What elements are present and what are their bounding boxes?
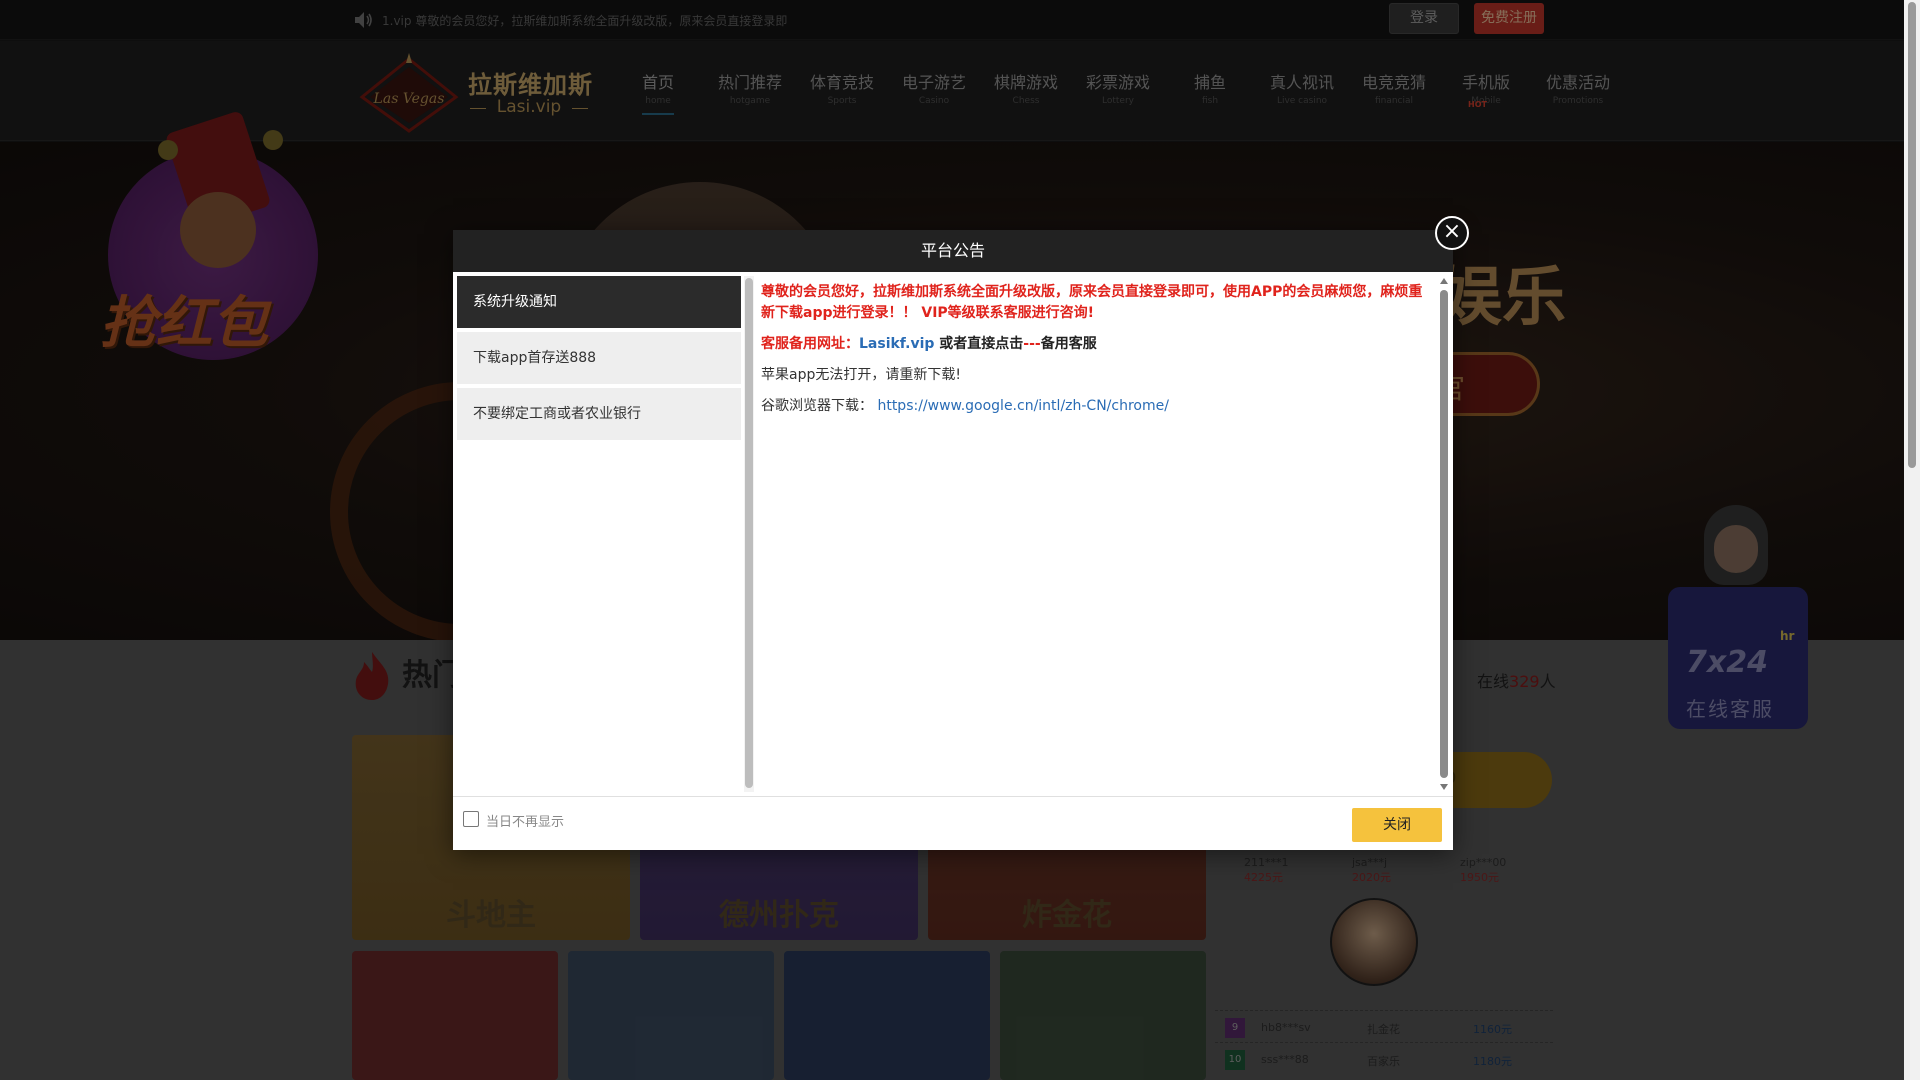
announcement-list-scrollbar[interactable]	[744, 276, 754, 792]
dont-show-today-checkbox[interactable]	[463, 811, 479, 827]
announcement-item-app-bonus[interactable]: 下载app首存送888	[457, 332, 741, 384]
backup-service-link[interactable]: 备用客服	[1041, 336, 1097, 352]
announcement-item-upgrade[interactable]: 系统升级通知	[457, 276, 741, 328]
content-scroll-thumb[interactable]	[1440, 290, 1448, 778]
announcement-list-scroll-thumb[interactable]	[745, 278, 753, 788]
modal-title: 平台公告	[453, 230, 1453, 272]
chrome-download-label: 谷歌浏览器下载：	[761, 398, 873, 414]
announcement-item-bank[interactable]: 不要绑定工商或者农业银行	[457, 388, 741, 440]
chrome-download-line: 谷歌浏览器下载： https://www.google.cn/intl/zh-C…	[761, 396, 1433, 417]
modal-footer: 当日不再显示 关闭	[453, 796, 1453, 850]
scroll-up-icon[interactable]	[1440, 278, 1448, 284]
announcement-modal: 平台公告 × 系统升级通知 下载app首存送888 不要绑定工商或者农业银行 尊…	[453, 216, 1469, 850]
backup-url-link[interactable]: Lasikf.vip	[859, 336, 934, 352]
backup-url-label: 客服备用网址：	[761, 336, 859, 352]
content-scrollbar[interactable]	[1438, 276, 1450, 792]
dont-show-today-label[interactable]: 当日不再显示	[486, 811, 564, 830]
close-button[interactable]: 关闭	[1352, 808, 1442, 842]
page-scrollbar-thumb[interactable]	[1908, 2, 1916, 468]
close-icon[interactable]: ×	[1435, 216, 1469, 250]
announcement-body: 尊敬的会员您好，拉斯维加斯系统全面升级改版，原来会员直接登录即可，使用APP的会…	[761, 284, 1423, 321]
chrome-download-link[interactable]: https://www.google.cn/intl/zh-CN/chrome/	[877, 398, 1169, 414]
scroll-down-icon[interactable]	[1440, 784, 1448, 790]
backup-url-mid: 或者直接点击	[934, 336, 1024, 352]
ios-app-note: 苹果app无法打开，请重新下载!	[761, 367, 961, 383]
backup-url-dash: ---	[1023, 336, 1041, 352]
page-scrollbar[interactable]	[1904, 0, 1920, 1080]
backup-url-line: 客服备用网址：Lasikf.vip 或者直接点击---备用客服	[761, 334, 1433, 355]
announcement-content: 尊敬的会员您好，拉斯维加斯系统全面升级改版，原来会员直接登录即可，使用APP的会…	[757, 276, 1437, 792]
announcement-list: 系统升级通知 下载app首存送888 不要绑定工商或者农业银行	[457, 276, 745, 792]
